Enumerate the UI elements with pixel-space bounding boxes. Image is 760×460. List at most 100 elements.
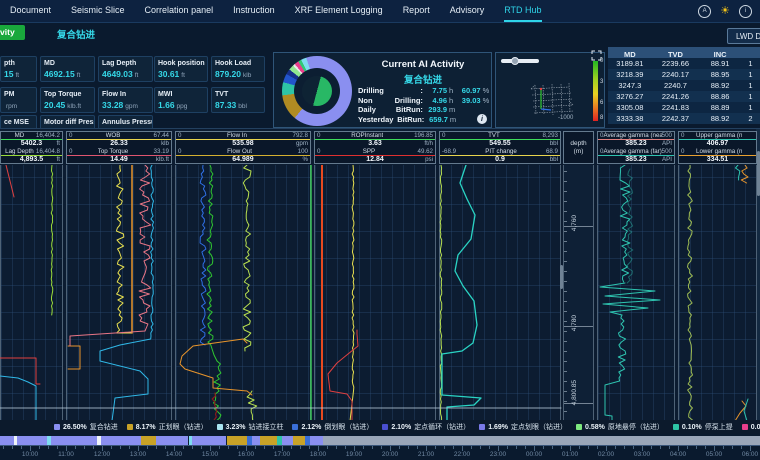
- table-cell: 1: [741, 70, 760, 79]
- nav-item-correlation-panel[interactable]: Correlation panel: [145, 0, 214, 22]
- table-row[interactable]: 3218.392240.1788.951: [608, 69, 760, 80]
- metric-unit: rpm: [6, 103, 17, 110]
- table-row[interactable]: 3247.32240.788.921: [608, 80, 760, 91]
- nav-item-xrf-element-logging[interactable]: XRF Element Logging: [295, 0, 383, 22]
- timeline-tick: [705, 446, 706, 449]
- table-row[interactable]: 3276.272241.2688.861: [608, 91, 760, 102]
- nav-item-seismic-slice[interactable]: Seismic Slice: [71, 0, 125, 22]
- activity-tab-badge[interactable]: Activity: [0, 25, 25, 40]
- legend-item[interactable]: 3.23%钻进接立柱: [217, 422, 284, 432]
- track-header-wob-torque[interactable]: 0WOB67.4426.33klb0Top Torque33.1914.49kl…: [66, 131, 172, 164]
- legend-label: 定点循环（钻进）: [414, 422, 470, 432]
- track-plot-rop-spp: [314, 165, 436, 421]
- curve-unit: klb: [161, 140, 169, 149]
- legend-item[interactable]: 0.58%原地悬停（钻进）: [576, 422, 664, 432]
- timeline-segment: [227, 436, 248, 445]
- curve-unit: ft: [57, 156, 60, 164]
- legend-color-swatch: [576, 424, 582, 430]
- nav-item-report[interactable]: Report: [403, 0, 430, 22]
- table-cell: 2: [741, 114, 760, 123]
- theme-sun-icon[interactable]: ☀: [720, 6, 730, 17]
- zoom-slider[interactable]: [501, 59, 539, 63]
- scale-max: 68.9: [546, 148, 558, 155]
- depth-minor-tick: [564, 341, 567, 342]
- survey-col-header: MD: [608, 50, 652, 59]
- curve-value: 535.98: [232, 140, 253, 148]
- divider-scroll-handle[interactable]: [560, 265, 563, 289]
- table-row[interactable]: 3333.382242.3788.922: [608, 113, 760, 124]
- table-row[interactable]: 3189.812239.6688.911: [608, 58, 760, 69]
- table-row[interactable]: 3305.082241.8388.891: [608, 102, 760, 113]
- table-cell: 2241.83: [652, 103, 700, 112]
- info-circle-icon[interactable]: i: [739, 5, 752, 18]
- timeline-tick: [696, 446, 697, 449]
- legend-item[interactable]: 2.12%倒划眼（钻进）: [292, 422, 373, 432]
- info-icon[interactable]: i: [477, 114, 487, 124]
- legend-item[interactable]: 26.50%复合钻进: [54, 422, 118, 432]
- nav-item-advisory[interactable]: Advisory: [450, 0, 485, 22]
- track-value-row: 385.23API: [598, 156, 674, 164]
- curve-unit: klb.ft: [156, 156, 169, 164]
- timeline-tick: [435, 446, 436, 449]
- legend-item[interactable]: 8.17%正划眼（钻进）: [127, 422, 208, 432]
- metric-value: 30.61ft: [158, 68, 204, 82]
- timeline-tick: [381, 446, 382, 449]
- timeline-tick: [669, 446, 670, 449]
- table-cell: 1: [741, 103, 760, 112]
- depth-minor-tick: [564, 191, 567, 192]
- table-cell: 1: [741, 59, 760, 68]
- curve-unit: psi: [425, 156, 433, 164]
- track-header-flow[interactable]: 0Flow In792.8535.98gpm0Flow Out10064.989…: [175, 131, 311, 164]
- table-cell: 1: [741, 92, 760, 101]
- scale-min: 0: [178, 148, 181, 155]
- timeline-hour-label: 17:00: [274, 451, 290, 458]
- metric-label: Motor diff Pressure: [44, 118, 91, 127]
- nav-item-document[interactable]: Document: [10, 0, 51, 22]
- track-scale-row: -68.9PIT change68.9: [440, 148, 560, 156]
- metric-card-lag-depth: Lag Depth4649.03ft: [98, 56, 153, 82]
- curve-value: 3.63: [368, 140, 382, 148]
- timeline-hour-label: 02:00: [598, 451, 614, 458]
- legend-label: 复合钻进: [90, 422, 118, 432]
- track-header-tvt[interactable]: 0TVT8,293549.55bbl-68.9PIT change68.90.9…: [439, 131, 561, 164]
- scale-max: 67.44: [154, 132, 169, 139]
- survey-col-header: TVD: [652, 50, 700, 59]
- legend-item[interactable]: 0.10%停泵上提: [673, 422, 733, 432]
- track-header-md[interactable]: MD16,404.25402.3ftLag Depth16,404.84,893…: [0, 131, 63, 164]
- track-value-row: 14.49klb.ft: [67, 156, 171, 164]
- legend-item[interactable]: 1.69%定点划眼（钻进）: [479, 422, 567, 432]
- track-header-rop-spp[interactable]: 0ROPInstant196.853.63ft/h0SPP49.6212.84p…: [314, 131, 436, 164]
- activity-timeline-bar[interactable]: [0, 436, 760, 445]
- track-value-row: 26.33klb: [67, 140, 171, 148]
- legend-item[interactable]: 0.09%停泵下放: [742, 422, 760, 432]
- circled-a-icon[interactable]: A: [698, 5, 711, 18]
- nav-item-instruction[interactable]: Instruction: [233, 0, 275, 22]
- timeline-tick: [561, 446, 562, 449]
- track-plot-gamma-updown: [678, 165, 757, 421]
- timeline-tick: [21, 446, 22, 449]
- zoom-slider-knob[interactable]: [511, 57, 519, 65]
- track-header-gamma-updown[interactable]: 0Upper gamma (n406.970Lower gamma (n334.…: [678, 131, 757, 164]
- top-menu-bar: Document Seismic Slice Correlation panel In…: [0, 0, 760, 23]
- depth-tick-label: 4,800.85: [571, 380, 578, 405]
- timeline-tick: [615, 446, 616, 449]
- curve-unit: bbl: [550, 156, 558, 164]
- scale-min: 0: [178, 132, 181, 139]
- track-value-row: 4,893.5ft: [1, 156, 62, 164]
- scale-max: 500: [662, 132, 672, 139]
- timeline-tick: [39, 446, 40, 449]
- lwd-data-button[interactable]: LWD Data: [727, 28, 760, 44]
- nav-item-rtd-hub[interactable]: RTD Hub: [504, 0, 541, 22]
- metric-value: 4649.03ft: [102, 68, 149, 82]
- ai-activity-donut-chart[interactable]: [282, 56, 352, 126]
- legend-item[interactable]: 2.10%定点循环（钻进）: [382, 422, 470, 432]
- timeline-segment: [51, 436, 97, 445]
- metric-label: MWI: [158, 90, 204, 99]
- timeline-tick: [75, 446, 76, 449]
- table-cell: 3305.08: [608, 103, 652, 112]
- track-header-gamma-average[interactable]: 0Average gamma (near)500385.23API0Averag…: [597, 131, 675, 164]
- curve-value: 549.55: [489, 140, 510, 148]
- ai-activity-stats: Drilling:7.75h60.97%NonDrilling:4.96h39.…: [358, 86, 490, 124]
- legend-percent: 1.69%: [488, 424, 508, 431]
- timeline-tick: [12, 446, 13, 449]
